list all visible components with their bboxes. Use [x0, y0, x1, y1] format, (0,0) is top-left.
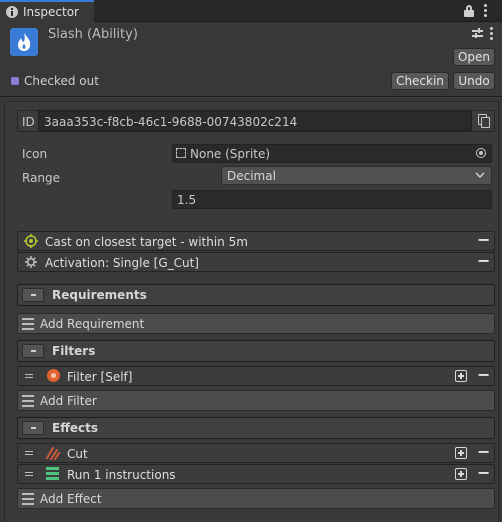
copy-icon[interactable] [478, 114, 490, 128]
effects-foldout-icon[interactable] [22, 421, 44, 435]
target-icon [24, 234, 38, 248]
remove-effect-button[interactable]: − [477, 444, 490, 462]
effect-cut-label: Cut [67, 447, 88, 461]
expand-effect-button[interactable] [455, 447, 467, 459]
remove-targeting-button[interactable]: − [477, 232, 490, 250]
list-instructions-icon [46, 467, 59, 480]
open-button[interactable]: Open [453, 48, 495, 66]
drag-handle-icon[interactable] [25, 372, 35, 380]
id-value: 3aaa353c-f8cb-46c1-9688-00743802c214 [44, 115, 298, 129]
filters-title: Filters [52, 344, 96, 358]
expand-effect-button[interactable] [455, 468, 467, 480]
undo-button[interactable]: Undo [453, 72, 495, 90]
remove-filter-button[interactable]: − [477, 367, 490, 385]
id-label: ID [22, 115, 35, 129]
remove-activation-button[interactable]: − [477, 253, 490, 271]
asset-icon [10, 28, 38, 56]
hamburger-icon [22, 395, 34, 407]
add-effect-label: Add Effect [40, 492, 102, 506]
requirements-foldout-icon[interactable] [22, 288, 44, 302]
filter-icon [47, 369, 60, 382]
divider [0, 96, 502, 97]
expand-filter-button[interactable] [455, 370, 467, 382]
list-item[interactable] [17, 443, 495, 463]
filters-foldout-icon[interactable] [22, 344, 44, 358]
effect-run-label: Run 1 instructions [67, 468, 176, 482]
requirements-title: Requirements [52, 288, 147, 302]
tab-inspector[interactable]: Inspector [0, 0, 94, 22]
tab-inspector-label: Inspector [23, 5, 79, 19]
checked-out-icon [11, 77, 19, 85]
more-options-icon[interactable] [490, 27, 494, 41]
effects-title: Effects [52, 421, 99, 435]
range-mode-value: Decimal [227, 169, 276, 183]
chevron-down-icon [475, 169, 485, 179]
range-value: 1.5 [177, 193, 197, 207]
filter-item-label: Filter [Self] [67, 370, 133, 384]
drag-handle-icon[interactable] [25, 470, 35, 478]
activation-label: Activation: Single [G_Cut] [45, 256, 199, 270]
lock-icon[interactable] [464, 5, 474, 17]
add-filter-label: Add Filter [40, 394, 97, 408]
range-label: Range [22, 171, 61, 185]
vcs-status: Checked out [24, 74, 99, 88]
hamburger-icon [22, 318, 34, 330]
flame-icon [18, 33, 31, 51]
object-picker-icon[interactable] [476, 148, 486, 158]
slash-effect-icon [45, 446, 61, 460]
add-requirement-label: Add Requirement [40, 317, 145, 331]
gear-icon [24, 255, 38, 269]
icon-label: Icon [22, 147, 48, 161]
hamburger-icon [22, 493, 34, 505]
info-icon [6, 6, 18, 18]
icon-value: None (Sprite) [190, 147, 271, 161]
preset-icon[interactable] [472, 28, 483, 39]
drag-handle-icon[interactable] [25, 449, 35, 457]
targeting-label: Cast on closest target - within 5m [45, 235, 248, 249]
checkin-button[interactable]: Checkin [391, 72, 449, 90]
range-value-field[interactable] [172, 190, 492, 209]
more-options-icon[interactable] [484, 4, 488, 18]
asset-title: Slash (Ability) [48, 27, 138, 42]
remove-effect-button[interactable]: − [477, 465, 490, 483]
sprite-icon [176, 148, 186, 158]
